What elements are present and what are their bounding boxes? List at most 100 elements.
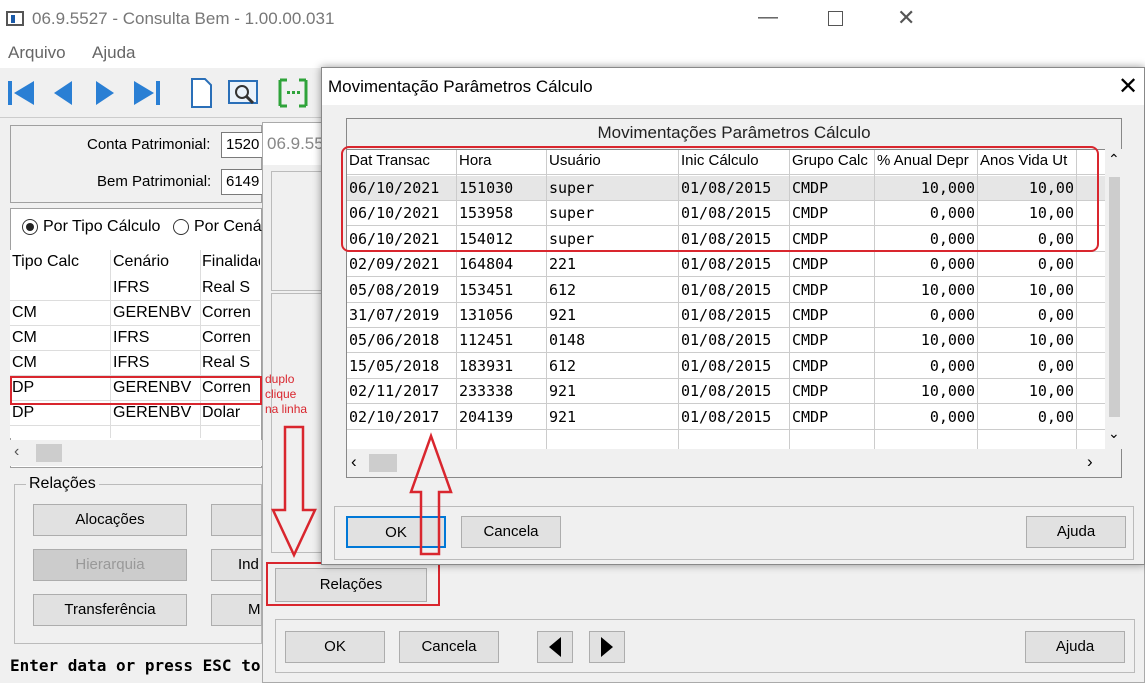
calc-grid-hscroll[interactable]: ‹ xyxy=(10,440,262,466)
table-cell: 10,00 xyxy=(1028,280,1074,299)
zoom-icon[interactable] xyxy=(276,76,310,110)
scroll-right-icon[interactable]: › xyxy=(1087,452,1093,472)
menu-ajuda[interactable]: Ajuda xyxy=(92,43,135,63)
scroll-thumb[interactable] xyxy=(369,454,397,472)
dialog-ajuda-button[interactable]: Ajuda xyxy=(1026,516,1126,548)
table-cell: CMDP xyxy=(792,407,829,426)
col-divider xyxy=(110,250,111,438)
table-cell: CMDP xyxy=(792,280,829,299)
table-cell: 233338 xyxy=(459,382,514,401)
down-arrow-annotation-icon xyxy=(271,425,317,558)
table-cell: 02/10/2017 xyxy=(349,407,440,426)
transferencia-button[interactable]: Transferência xyxy=(33,594,187,626)
prev-page-button[interactable] xyxy=(537,631,573,663)
table-cell: 10,000 xyxy=(920,280,975,299)
radio-tipo-calculo-label: Por Tipo Cálculo xyxy=(43,218,161,235)
cell: Real S xyxy=(202,354,251,371)
table-cell: CMDP xyxy=(792,306,829,324)
middle-cancela-button[interactable]: Cancela xyxy=(399,631,499,663)
table-row[interactable]: CM IFRS Corren xyxy=(10,326,260,351)
middle-ok-button[interactable]: OK xyxy=(285,631,385,663)
scroll-up-icon[interactable]: ⌃ xyxy=(1108,151,1120,168)
middle-titlebar: 06.9.55 xyxy=(263,123,324,165)
cell: IFRS xyxy=(113,354,150,371)
table-cell: 131056 xyxy=(459,306,514,324)
next-page-button[interactable] xyxy=(589,631,625,663)
table-row[interactable]: 05/06/2018 112451 0148 01/08/2015 CMDP 10,000… xyxy=(347,328,1105,354)
table-cell: 0148 xyxy=(549,331,586,350)
table-cell: 0,00 xyxy=(1037,407,1074,426)
m-button[interactable]: M xyxy=(211,594,262,626)
table-cell: 10,000 xyxy=(920,382,975,401)
document-icon[interactable] xyxy=(184,76,218,110)
table-cell: 0,000 xyxy=(929,306,975,324)
scroll-left-icon[interactable]: ‹ xyxy=(14,443,19,461)
first-record-icon[interactable] xyxy=(4,76,38,110)
highlight-row-box xyxy=(10,376,262,405)
dialog-cancela-button[interactable]: Cancela xyxy=(461,516,561,548)
cell: Corren xyxy=(202,329,251,346)
scroll-thumb[interactable] xyxy=(36,444,62,462)
minimize-icon[interactable]: — xyxy=(758,6,778,29)
menu-arquivo[interactable]: Arquivo xyxy=(8,43,66,63)
bem-field[interactable]: 6149 xyxy=(221,169,263,195)
conta-field[interactable]: 1520 xyxy=(221,132,263,158)
annotation-line: na linha xyxy=(265,402,308,416)
vertical-scrollbar[interactable]: ⌃ ⌄ xyxy=(1105,149,1123,449)
left-triangle-icon xyxy=(549,637,561,657)
middle-panel xyxy=(271,171,323,291)
status-bar: Enter data or press ESC to xyxy=(10,656,261,675)
bem-label: Bem Patrimonial: xyxy=(97,173,212,190)
table-cell: 15/05/2018 xyxy=(349,356,440,375)
table-row[interactable]: 02/11/2017 233338 921 01/08/2015 CMDP 10,000 1… xyxy=(347,379,1105,405)
cell: IFRS xyxy=(113,329,150,346)
table-cell: 01/08/2015 xyxy=(681,306,772,324)
table-row[interactable]: IFRS Real S xyxy=(10,276,260,301)
relacoes-group-label: Relações xyxy=(26,475,99,493)
table-cell: 02/09/2021 xyxy=(349,255,440,274)
table-cell: 10,000 xyxy=(920,331,975,350)
annotation-line: duplo xyxy=(265,372,295,386)
maximize-icon[interactable] xyxy=(828,11,843,26)
horizontal-scrollbar[interactable]: ‹ › xyxy=(347,449,1105,477)
alocacoes-button[interactable]: Alocações xyxy=(33,504,187,536)
radio-cenario[interactable] xyxy=(173,219,189,235)
scroll-thumb[interactable] xyxy=(1109,177,1120,417)
table-row[interactable]: 31/07/2019 131056 921 01/08/2015 CMDP 0,000 0,… xyxy=(347,303,1105,328)
table-cell: 01/08/2015 xyxy=(681,407,772,426)
relacoes-button-blank[interactable] xyxy=(211,504,262,536)
table-row[interactable]: 05/08/2019 153451 612 01/08/2015 CMDP 10,000 1… xyxy=(347,278,1105,303)
search-window-icon[interactable] xyxy=(226,76,260,110)
table-cell: CMDP xyxy=(792,331,829,350)
main-titlebar: 06.9.5527 - Consulta Bem - 1.00.00.031 —… xyxy=(0,0,942,38)
table-row[interactable]: 02/09/2021 164804 221 01/08/2015 CMDP 0,000 0,… xyxy=(347,252,1105,278)
hierarquia-button[interactable]: Hierarquia xyxy=(33,549,187,581)
cell: GERENBV xyxy=(113,404,192,421)
main-window-title: 06.9.5527 - Consulta Bem - 1.00.00.031 xyxy=(32,9,335,28)
previous-record-icon[interactable] xyxy=(46,76,80,110)
col-tipo-calc: Tipo Calc xyxy=(12,253,79,270)
middle-ajuda-button[interactable]: Ajuda xyxy=(1025,631,1125,663)
radio-tipo-calculo[interactable] xyxy=(22,219,38,235)
app-icon xyxy=(6,11,24,26)
table-row[interactable]: CM IFRS Real S xyxy=(10,351,260,376)
last-record-icon[interactable] xyxy=(130,76,164,110)
menu-bar: Arquivo Ajuda xyxy=(0,38,942,68)
table-cell: 183931 xyxy=(459,356,514,375)
close-icon[interactable]: ✕ xyxy=(897,5,915,31)
grid-title: Movimentações Parâmetros Cálculo xyxy=(597,123,871,142)
table-row[interactable]: CM GERENBV Corren xyxy=(10,301,260,326)
dialog-close-icon[interactable]: ✕ xyxy=(1118,72,1138,101)
scroll-down-icon[interactable]: ⌄ xyxy=(1108,425,1120,442)
table-row[interactable]: 02/10/2017 204139 921 01/08/2015 CMDP 0,000 0,… xyxy=(347,405,1105,430)
table-row[interactable]: 15/05/2018 183931 612 01/08/2015 CMDP 0,000 0,… xyxy=(347,354,1105,379)
table-cell: 10,00 xyxy=(1028,331,1074,350)
cell: DP xyxy=(12,404,35,421)
scroll-left-icon[interactable]: ‹ xyxy=(351,452,357,472)
next-record-icon[interactable] xyxy=(88,76,122,110)
annotation-line: clique xyxy=(265,387,297,401)
table-cell: 01/08/2015 xyxy=(681,331,772,350)
table-cell: 01/08/2015 xyxy=(681,255,772,274)
ind-button[interactable]: Ind xyxy=(211,549,262,581)
calc-grid-header: Tipo Calc Cenário Finalidade xyxy=(10,250,260,276)
